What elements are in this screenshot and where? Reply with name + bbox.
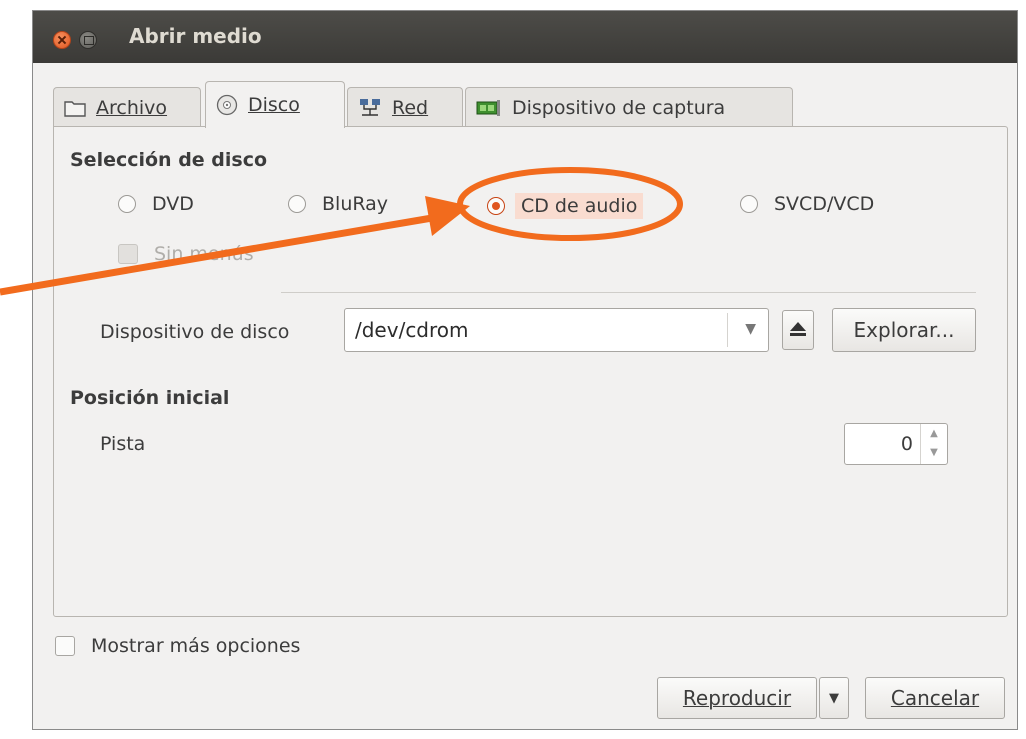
disc-device-combobox[interactable]: /dev/cdrom ▼ (344, 308, 769, 352)
browse-button[interactable]: Explorar... (832, 308, 976, 352)
chevron-down-icon[interactable]: ▼ (745, 321, 756, 337)
disc-selection-title: Selección de disco (70, 149, 268, 171)
close-window-button[interactable] (53, 31, 71, 49)
radio-indicator (740, 195, 758, 213)
tab-archivo[interactable]: Archivo (53, 87, 201, 127)
title-bar: Abrir medio (33, 11, 1017, 63)
checkbox-label: Sin menús (154, 243, 254, 265)
track-value: 0 (900, 433, 913, 455)
checkbox-label: Mostrar más opciones (91, 635, 301, 657)
eject-icon (789, 318, 807, 342)
tab-label: Disco (248, 94, 300, 116)
play-options-dropdown-button[interactable]: ▼ (819, 677, 849, 719)
cancel-button[interactable]: Cancelar (865, 677, 1005, 719)
folder-icon (64, 99, 86, 117)
play-button[interactable]: Reproducir (657, 677, 817, 719)
tab-red[interactable]: Red (347, 87, 463, 127)
track-label: Pista (100, 433, 146, 455)
chevron-up-icon[interactable]: ▲ (930, 428, 938, 439)
disc-device-label: Dispositivo de disco (100, 321, 290, 343)
cancel-label: Cancelar (890, 686, 980, 710)
disc-icon (216, 94, 238, 116)
minimize-window-button[interactable] (79, 31, 97, 49)
radio-label: DVD (152, 193, 194, 215)
spin-arrows[interactable]: ▲ ▼ (920, 424, 947, 464)
radio-label: SVCD/VCD (774, 193, 875, 215)
tab-label: Archivo (96, 96, 168, 119)
radio-label: BluRay (322, 193, 389, 215)
capture-card-icon (476, 98, 502, 118)
radio-svcd-vcd[interactable]: SVCD/VCD (740, 193, 874, 215)
radio-cd-de-audio[interactable]: CD de audio (487, 193, 644, 219)
radio-indicator (118, 195, 136, 213)
window-title: Abrir medio (129, 24, 262, 48)
chevron-down-icon[interactable]: ▼ (930, 447, 938, 458)
track-spinbox[interactable]: 0 ▲ ▼ (844, 423, 948, 465)
eject-button[interactable] (782, 310, 814, 350)
tab-dispositivo-de-captura[interactable]: Dispositivo de captura (465, 87, 793, 127)
open-media-dialog: Abrir medio Archivo Disco Red Dispositiv… (32, 10, 1018, 730)
chevron-down-icon: ▼ (829, 690, 839, 706)
combo-separator (727, 313, 728, 347)
play-label: Reproducir (682, 686, 792, 710)
radio-dvd[interactable]: DVD (118, 193, 194, 215)
network-icon (358, 98, 382, 118)
disc-panel: Selección de disco DVD BluRay CD de audi… (53, 126, 1008, 617)
radio-indicator (288, 195, 306, 213)
disc-device-value: /dev/cdrom (355, 318, 469, 342)
tab-label: Red (392, 96, 429, 119)
start-position-title: Posición inicial (70, 387, 230, 409)
radio-label: CD de audio (515, 193, 644, 219)
separator (281, 292, 976, 293)
checkbox-box (55, 636, 75, 656)
no-menus-checkbox[interactable]: Sin menús (118, 243, 254, 265)
checkbox-box (118, 244, 138, 264)
tab-disco[interactable]: Disco (205, 81, 345, 128)
radio-bluray[interactable]: BluRay (288, 193, 388, 215)
tab-label: Dispositivo de captura (512, 96, 726, 119)
radio-indicator-selected (487, 197, 505, 215)
show-more-options-checkbox[interactable]: Mostrar más opciones (55, 635, 300, 657)
